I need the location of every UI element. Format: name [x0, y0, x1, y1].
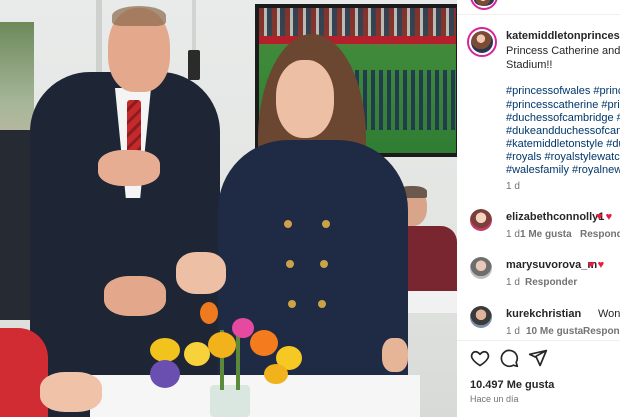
comment-avatar[interactable]: [470, 209, 492, 231]
header-divider: [457, 14, 620, 15]
comment-text: Wonderful: [598, 308, 620, 320]
hashtag-line[interactable]: #katemiddletonstyle #duchessofwales: [506, 137, 620, 151]
paper-plane-icon[interactable]: [528, 348, 548, 368]
comment-username[interactable]: kurekchristian: [506, 308, 581, 320]
photo-woman-other-hand: [382, 338, 408, 372]
photo-speaker: [188, 50, 200, 80]
comment-avatar[interactable]: [470, 306, 492, 328]
photo-tv-crowd: [259, 8, 456, 36]
photo-coat-button: [322, 220, 330, 228]
comment-age: 1 d: [506, 326, 520, 337]
photo-daffodil: [264, 364, 288, 384]
caption-author-avatar[interactable]: [467, 27, 497, 57]
photo-coat-button: [320, 260, 328, 268]
comment-username[interactable]: elizabethconnolly1: [506, 211, 604, 223]
header-avatar-image: [474, 0, 494, 6]
photo-child-red-shirt: [0, 328, 48, 417]
comment-heart-emoji: ♥ ♥: [596, 211, 613, 223]
photo-coat-button: [284, 220, 292, 228]
like-count[interactable]: 10.497 Me gusta: [470, 379, 554, 391]
comment-like-count[interactable]: 1 Me gusta: [520, 229, 572, 240]
photo-man-hair: [112, 6, 166, 26]
photo-man-pointing-hand: [98, 150, 160, 186]
hashtag-line[interactable]: #princessofwales #princeofwales: [506, 84, 620, 98]
comment-age: 1 d: [506, 277, 520, 288]
photo-coat-button: [288, 300, 296, 308]
photo-tulip: [200, 302, 218, 324]
post-side-panel: katemiddletonprincessofwales Princess Ca…: [457, 0, 620, 417]
photo-left-figure: [0, 130, 30, 320]
photo-tulip: [232, 318, 254, 338]
post-timestamp: Hace un día: [470, 394, 519, 404]
photo-daffodil: [150, 338, 180, 362]
photo-man-lower-hand: [104, 276, 166, 316]
comment-like-count[interactable]: 10 Me gusta: [526, 326, 583, 337]
caption-text: Princess Catherine and Prince William at…: [506, 45, 620, 71]
comment-reply-button[interactable]: Responder: [580, 229, 620, 240]
post-photo[interactable]: [0, 0, 457, 417]
caption-author-avatar-image: [471, 31, 493, 53]
hashtag-line[interactable]: #royals #royalstylewatch #royalfamily: [506, 150, 620, 164]
comment-heart-emoji: ♥ ♥: [588, 259, 605, 271]
heart-outline-icon[interactable]: [470, 348, 490, 368]
header-avatar[interactable]: [470, 0, 498, 10]
photo-woman-face: [276, 60, 334, 138]
photo-coat-button: [286, 260, 294, 268]
photo-daffodil: [208, 332, 236, 358]
photo-daffodil: [184, 342, 210, 366]
comment-reply-button[interactable]: Responder: [525, 277, 577, 288]
comment-reply-button[interactable]: Responder: [583, 326, 620, 337]
photo-iris: [150, 360, 180, 388]
caption-author-username[interactable]: katemiddletonprincessofwales: [506, 30, 620, 42]
photo-vase: [210, 385, 250, 417]
photo-child-hands: [40, 372, 102, 412]
caption-age: 1 d: [506, 181, 520, 192]
hashtag-line[interactable]: #princesscatherine #princewilliam: [506, 98, 620, 112]
photo-coat-button: [318, 300, 326, 308]
comment-avatar[interactable]: [470, 257, 492, 279]
photo-woman-hand: [176, 252, 226, 294]
speech-bubble-icon[interactable]: [499, 348, 519, 368]
hashtag-line[interactable]: #duchessofcambridge #princecharles: [506, 111, 620, 125]
actions-divider: [457, 340, 620, 341]
photo-front-table: [90, 375, 420, 417]
hashtag-line[interactable]: #dukeandduchessofcambridge: [506, 124, 620, 138]
photo-tulip: [250, 330, 278, 356]
comment-age: 1 d: [506, 229, 520, 240]
comment-username[interactable]: marysuvorova_m: [506, 259, 597, 271]
photo-speaker-mount: [192, 0, 196, 52]
hashtag-line[interactable]: #walesfamily #royalnews: [506, 163, 620, 177]
